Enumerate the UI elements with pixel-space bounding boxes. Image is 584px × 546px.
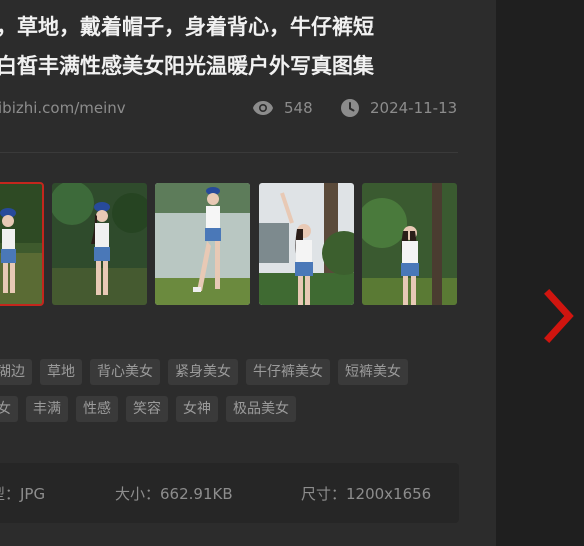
clock-icon (340, 98, 360, 118)
tag[interactable]: 湖边 (0, 359, 32, 385)
source-link[interactable]: ibizhi.com/meinv (0, 96, 126, 120)
title-line-2: 白皙丰满性感美女阳光温暖户外写真图集 (0, 54, 374, 78)
tag[interactable]: 女神 (176, 396, 218, 422)
page-title: ，草地，戴着帽子，身着背心，牛仔裤短 白皙丰满性感美女阳光温暖户外写真图集 (0, 8, 466, 86)
file-info-box: 型：JPG 大小：662.91KB 尺寸：1200x1656 (0, 463, 459, 523)
tag[interactable]: 草地 (40, 359, 82, 385)
image-dimensions: 尺寸：1200x1656 (301, 485, 432, 503)
side-backdrop (496, 0, 584, 546)
tag[interactable]: 性感 (76, 396, 118, 422)
tag-list-row-1: 湖边 草地 背心美女 紧身美女 牛仔裤美女 短裤美女 (0, 359, 408, 385)
tag[interactable]: 女 (0, 396, 18, 422)
tag[interactable]: 紧身美女 (168, 359, 238, 385)
chevron-right-icon (544, 289, 574, 343)
thumbnail-3[interactable] (155, 183, 250, 305)
views-text: 548 (284, 99, 313, 117)
view-count: 548 (252, 96, 313, 120)
tag[interactable]: 笑容 (126, 396, 168, 422)
publish-date: 2024-11-13 (340, 96, 457, 120)
thumbnail-5[interactable] (362, 183, 457, 305)
file-type: 型：JPG (0, 485, 46, 503)
divider (0, 152, 458, 153)
file-size: 大小：662.91KB (115, 485, 233, 503)
eye-icon (252, 100, 274, 116)
thumbnail-4[interactable] (259, 183, 354, 305)
date-text: 2024-11-13 (370, 99, 458, 117)
tag[interactable]: 背心美女 (90, 359, 160, 385)
tag[interactable]: 短裤美女 (338, 359, 408, 385)
tag[interactable]: 极品美女 (226, 396, 296, 422)
next-button[interactable] (540, 288, 580, 344)
tag-list-row-2: 女 丰满 性感 笑容 女神 极品美女 (0, 396, 296, 422)
thumbnail-1[interactable] (0, 182, 44, 306)
source-text: ibizhi.com/meinv (0, 99, 126, 117)
detail-panel: ，草地，戴着帽子，身着背心，牛仔裤短 白皙丰满性感美女阳光温暖户外写真图集 ib… (0, 0, 496, 546)
tag[interactable]: 丰满 (26, 396, 68, 422)
tag[interactable]: 牛仔裤美女 (246, 359, 330, 385)
thumbnail-2[interactable] (52, 183, 147, 305)
title-line-1: ，草地，戴着帽子，身着背心，牛仔裤短 (0, 15, 374, 39)
